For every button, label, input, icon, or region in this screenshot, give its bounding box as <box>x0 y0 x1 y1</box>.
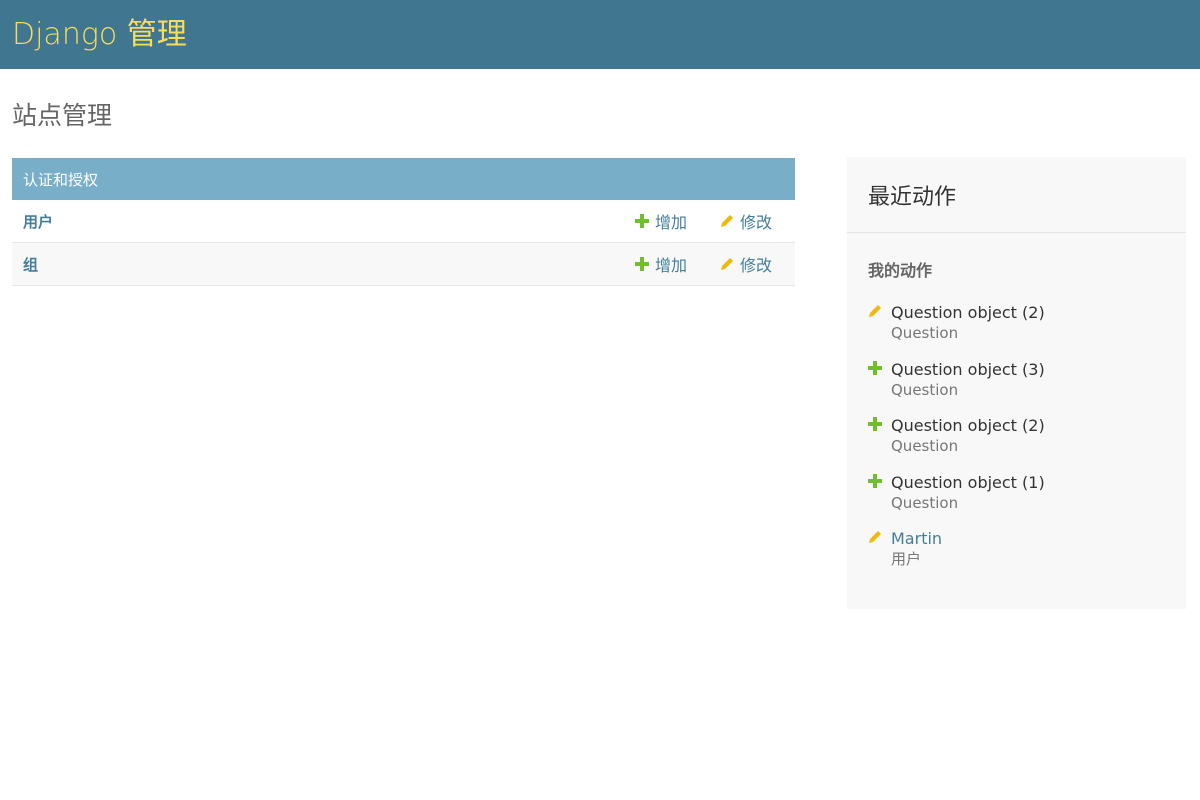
header: Django 管理 <box>0 0 1200 69</box>
pencil-icon <box>721 215 733 227</box>
plus-icon <box>868 360 882 375</box>
recent-actions-panel: 最近动作 我的动作 Question object (2) Question Q… <box>847 157 1186 609</box>
action-type: Question <box>891 324 959 342</box>
pencil-icon <box>721 258 733 270</box>
change-label: 修改 <box>740 256 773 275</box>
plus-icon <box>868 473 882 488</box>
change-user-button[interactable]: 修改 <box>720 209 772 233</box>
site-brand[interactable]: Django 管理 <box>12 19 187 50</box>
action-type: Question <box>891 380 959 399</box>
module-caption[interactable]: 认证和授权 <box>12 158 795 200</box>
list-item: Question object (3) Question <box>868 359 1045 416</box>
action-object: Question object (2) <box>891 303 1045 322</box>
plus-icon <box>868 417 882 431</box>
list-item: Question object (1) Question <box>868 472 1045 529</box>
app-module-auth: 认证和授权 用户 增加 修改 组 增加 修改 <box>12 158 795 286</box>
my-actions-title: 我的动作 <box>868 261 933 280</box>
action-type: 用户 <box>891 550 922 568</box>
action-type: Question <box>891 493 959 512</box>
recent-actions-list: Question object (2) Question Question ob… <box>868 302 1045 585</box>
module-caption-label[interactable]: 认证和授权 <box>23 169 98 190</box>
plus-icon <box>635 214 649 228</box>
action-object: Question object (3) <box>891 359 1045 379</box>
list-item: Question object (2) Question <box>868 415 1045 472</box>
model-row-groups: 组 增加 修改 <box>12 243 795 286</box>
pencil-icon <box>869 531 881 543</box>
recent-actions-title: 最近动作 <box>847 157 1186 233</box>
list-item: Martin 用户 <box>868 528 1045 585</box>
pencil-icon <box>869 305 881 317</box>
add-group-button[interactable]: 增加 <box>635 252 687 276</box>
action-object-link[interactable]: Martin <box>891 528 1045 549</box>
list-item: Question object (2) Question <box>868 302 1045 359</box>
change-label: 修改 <box>740 213 773 232</box>
action-type: Question <box>891 437 959 455</box>
add-user-button[interactable]: 增加 <box>635 209 687 233</box>
plus-icon <box>635 257 649 271</box>
page-title: 站点管理 <box>12 101 113 130</box>
action-object: Question object (2) <box>891 416 1045 435</box>
add-label: 增加 <box>655 256 688 275</box>
action-object: Question object (1) <box>891 472 1045 492</box>
change-group-button[interactable]: 修改 <box>720 252 772 276</box>
add-label: 增加 <box>655 213 688 232</box>
model-row-users: 用户 增加 修改 <box>12 200 795 243</box>
